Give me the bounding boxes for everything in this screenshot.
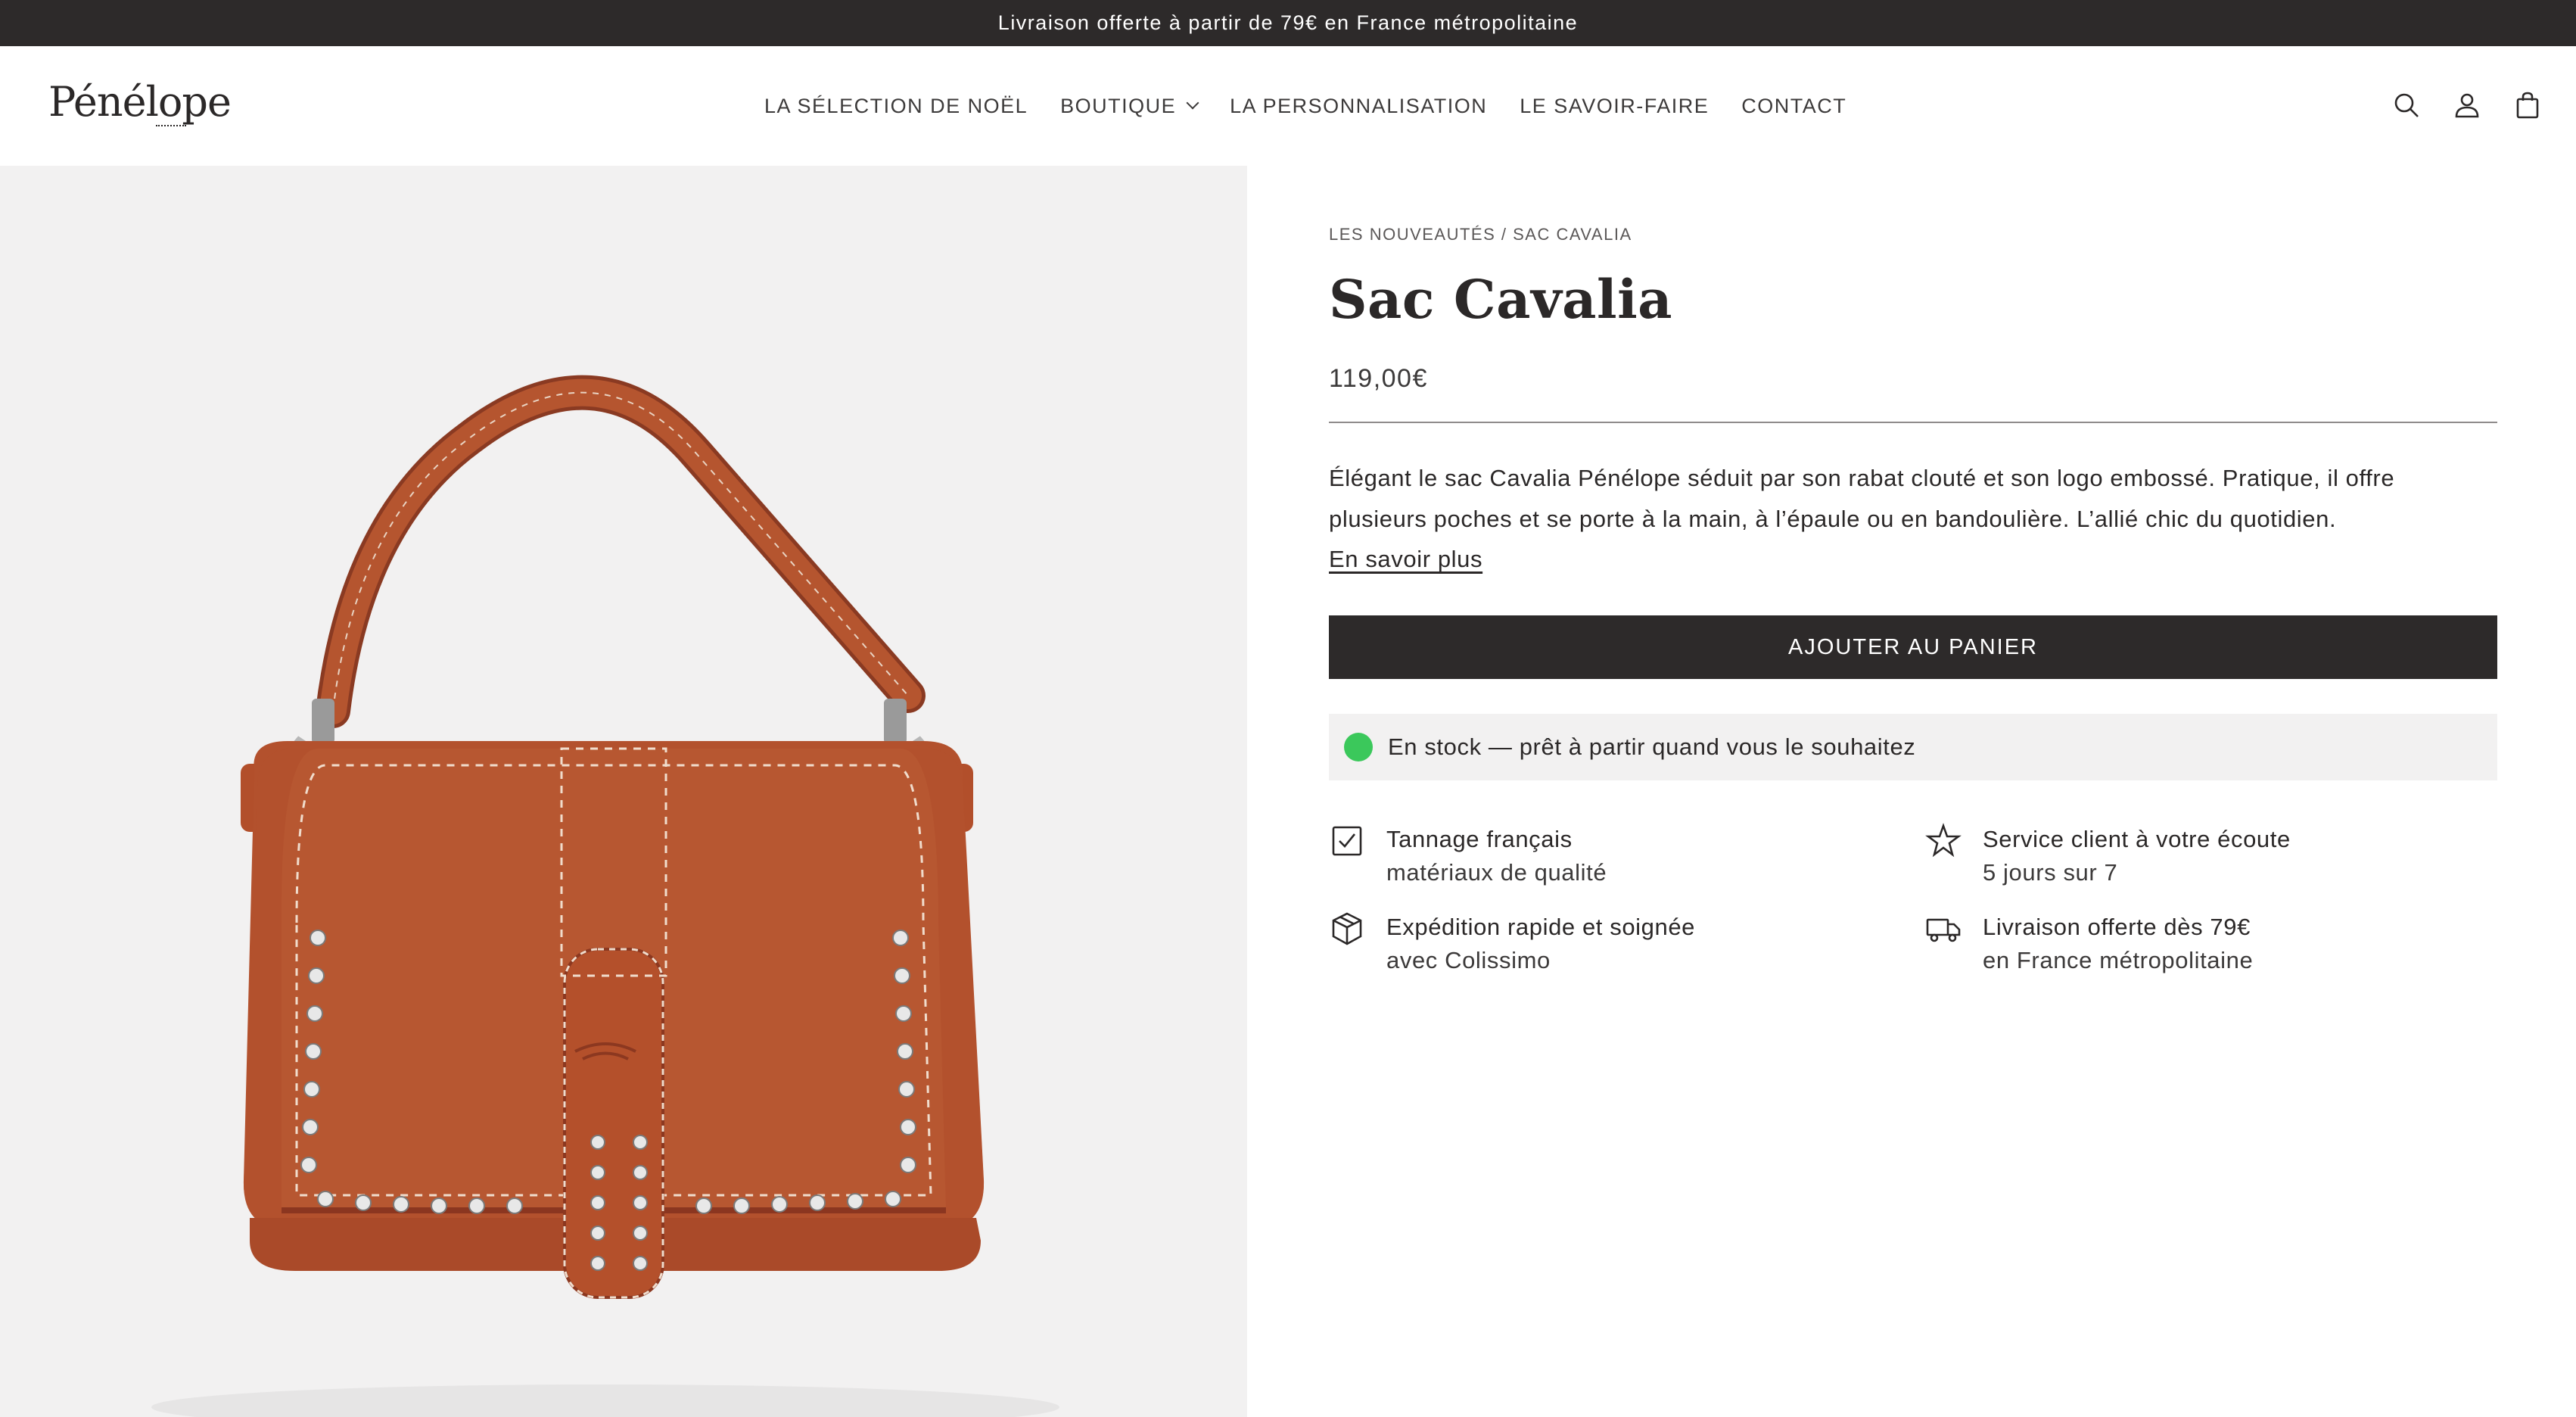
feature-subtitle: en France métropolitaine <box>1983 947 2254 973</box>
checkbox-icon <box>1329 823 1365 859</box>
nav-label: LA SÉLECTION DE NOËL <box>764 94 1028 117</box>
divider <box>1329 422 2497 423</box>
announcement-text: Livraison offerte à partir de 79€ en Fra… <box>997 11 1579 34</box>
box-icon <box>1329 911 1365 947</box>
learn-more-link[interactable]: En savoir plus <box>1329 546 1482 573</box>
product-media[interactable] <box>0 166 1247 1417</box>
add-to-cart-button[interactable]: AJOUTER AU PANIER <box>1329 615 2497 679</box>
product-image-bag <box>151 375 1059 1417</box>
feature-subtitle: avec Colissimo <box>1386 947 1551 973</box>
site-header: Pénélope LA SÉLECTION DE NOËL BOUTIQUE L… <box>0 46 2576 166</box>
feature-list: Tannage français matériaux de qualité Se… <box>1329 823 2497 989</box>
feature-item: Service client à votre écoute 5 jours su… <box>1925 823 2291 889</box>
main-nav: LA SÉLECTION DE NOËL BOUTIQUE LA PERSONN… <box>764 46 1846 166</box>
nav-item-selection-noel[interactable]: LA SÉLECTION DE NOËL <box>764 95 1028 118</box>
account-icon[interactable] <box>2446 84 2488 126</box>
stock-indicator-dot <box>1344 733 1373 761</box>
nav-label: LE SAVOIR-FAIRE <box>1520 94 1710 117</box>
product-title: Sac Cavalia <box>1329 268 1673 331</box>
cart-icon[interactable] <box>2506 84 2549 126</box>
logo[interactable]: Pénélope <box>48 78 232 126</box>
feature-item: Tannage français matériaux de qualité <box>1329 823 1607 889</box>
nav-label: LA PERSONNALISATION <box>1230 94 1488 117</box>
feature-title: Livraison offerte dès 79€ <box>1983 914 2251 940</box>
header-actions <box>2367 84 2549 126</box>
feature-title: Tannage français <box>1386 826 1573 852</box>
feature-subtitle: 5 jours sur 7 <box>1983 859 2118 886</box>
feature-item: Expédition rapide et soignée avec Coliss… <box>1329 911 1695 977</box>
truck-icon <box>1925 911 1962 947</box>
chevron-down-icon <box>1186 96 1199 110</box>
feature-title: Expédition rapide et soignée <box>1386 914 1696 940</box>
stock-status: En stock — prêt à partir quand vous le s… <box>1329 714 2497 780</box>
stock-text: En stock — prêt à partir quand vous le s… <box>1388 733 1916 760</box>
product-description: Élégant le sac Cavalia Pénélope séduit p… <box>1329 465 2395 532</box>
nav-item-savoir-faire[interactable]: LE SAVOIR-FAIRE <box>1520 95 1709 118</box>
nav-label: CONTACT <box>1741 94 1847 117</box>
nav-label: BOUTIQUE <box>1060 94 1177 117</box>
star-icon <box>1925 823 1962 859</box>
nav-item-boutique[interactable]: BOUTIQUE <box>1060 94 1199 118</box>
announcement-bar: Livraison offerte à partir de 79€ en Fra… <box>0 0 2576 46</box>
search-icon[interactable] <box>2385 84 2428 126</box>
feature-title: Service client à votre écoute <box>1983 826 2291 852</box>
nav-item-personnalisation[interactable]: LA PERSONNALISATION <box>1230 95 1487 118</box>
product-price: 119,00€ <box>1329 364 1428 393</box>
feature-item: Livraison offerte dès 79€ en France métr… <box>1925 911 2253 977</box>
feature-subtitle: matériaux de qualité <box>1386 859 1607 886</box>
logo-underline <box>156 125 186 126</box>
breadcrumb[interactable]: LES NOUVEAUTÉS / SAC CAVALIA <box>1329 225 1632 244</box>
nav-item-contact[interactable]: CONTACT <box>1741 95 1846 118</box>
